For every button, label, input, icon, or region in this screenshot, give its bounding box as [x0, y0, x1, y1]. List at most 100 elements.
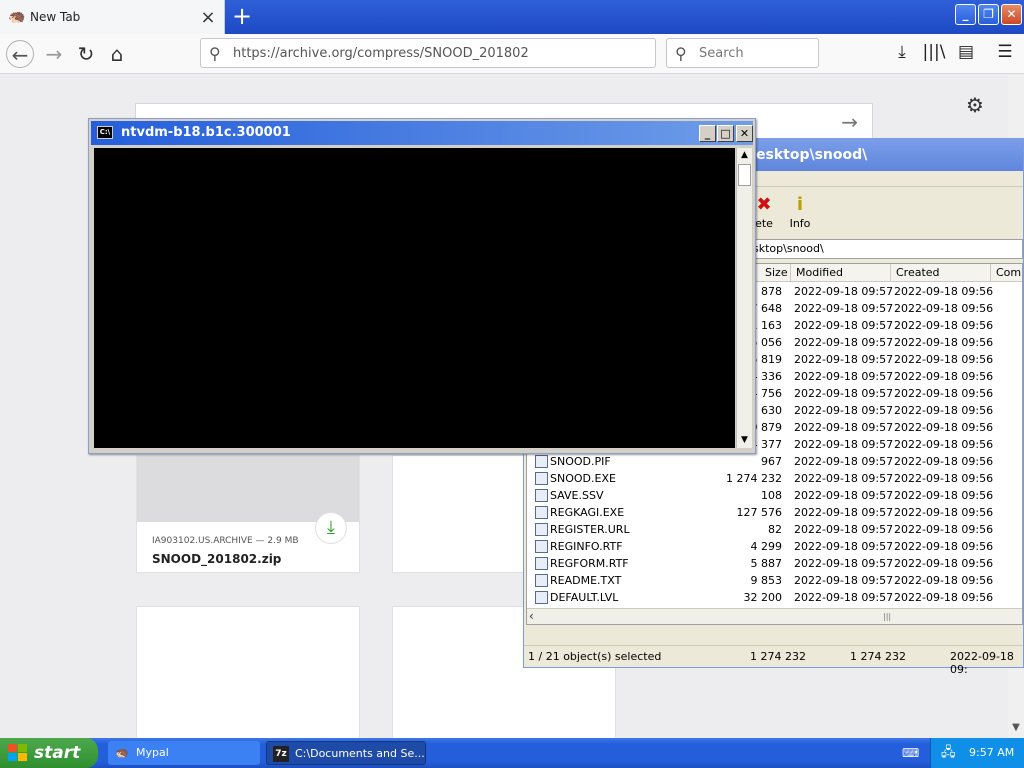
- console-title-bar[interactable]: C:\ ntvdm-b18.b1c.300001 _ □ ✕: [91, 121, 753, 145]
- column-created[interactable]: Created: [896, 266, 940, 279]
- file-icon: [535, 506, 548, 519]
- file-size: 127 576: [736, 506, 783, 519]
- file-icon: [535, 574, 548, 587]
- clock[interactable]: 9:57 AM: [969, 738, 1014, 768]
- file-row[interactable]: README.TXT 9 853 2022-09-18 09:57 2022-09-1…: [527, 572, 1022, 589]
- taskbar-item-label: C:\Documents and Se...: [295, 747, 425, 760]
- file-created: 2022-09-18 09:56: [894, 523, 994, 536]
- download-meta: IA903102.US.ARCHIVE — 2.9 MB: [152, 536, 299, 546]
- keyboard-icon[interactable]: ⌨: [902, 746, 919, 760]
- file-size: 5 887: [750, 557, 783, 570]
- file-created: 2022-09-18 09:56: [894, 421, 994, 434]
- close-window-button[interactable]: ✕: [1001, 4, 1022, 25]
- tile-card[interactable]: [136, 606, 360, 746]
- url-text[interactable]: https://archive.org/compress/SNOOD_20180…: [233, 46, 529, 61]
- download-icon[interactable]: ⤓: [890, 42, 914, 62]
- menu-icon[interactable]: ☰: [993, 42, 1017, 62]
- gear-icon[interactable]: ⚙: [966, 93, 984, 117]
- file-icon: [535, 557, 548, 570]
- file-created: 2022-09-18 09:56: [894, 472, 994, 485]
- file-row[interactable]: REGINFO.RTF 4 299 2022-09-18 09:57 2022-09-…: [527, 538, 1022, 555]
- sidebar-icon[interactable]: ▤: [954, 42, 978, 62]
- download-filename: SNOOD_201802.zip: [152, 552, 282, 566]
- file-name: SNOOD.PIF: [550, 455, 611, 468]
- file-name: SAVE.SSV: [550, 489, 604, 502]
- go-arrow-icon[interactable]: →: [841, 110, 858, 134]
- console-minimize-button[interactable]: _: [699, 125, 716, 142]
- status-size: 1 274 232: [750, 650, 806, 663]
- reload-icon[interactable]: ↻: [72, 40, 100, 68]
- file-size: 32 200: [743, 591, 783, 604]
- close-tab-icon[interactable]: ×: [200, 7, 216, 28]
- file-size: 4 299: [750, 540, 783, 553]
- info-icon: i: [796, 194, 804, 215]
- scroll-left-arrow-icon[interactable]: ‹: [529, 609, 534, 623]
- address-bar[interactable]: ⚲ https://archive.org/compress/SNOOD_201…: [200, 38, 656, 68]
- search-box[interactable]: ⚲ Search: [666, 38, 819, 68]
- file-size: 9 853: [750, 574, 783, 587]
- file-icon: [535, 523, 548, 536]
- taskbar-item-7zip[interactable]: 7z C:\Documents and Se...: [266, 741, 426, 765]
- file-modified: 2022-09-18 09:57: [794, 336, 894, 349]
- taskbar-item-label: Mypal: [136, 746, 169, 759]
- status-bar: 1 / 21 object(s) selected 1 274 232 1 27…: [524, 645, 1023, 676]
- ntvdm-console-window: C:\ ntvdm-b18.b1c.300001 _ □ ✕ ▲ ▼: [88, 118, 756, 454]
- file-row[interactable]: REGKAGI.EXE 127 576 2022-09-18 09:57 2022-0…: [527, 504, 1022, 521]
- console-maximize-button[interactable]: □: [717, 125, 734, 142]
- column-divider[interactable]: [890, 264, 891, 282]
- column-modified[interactable]: Modified: [796, 266, 843, 279]
- download-icon[interactable]: ⤓: [315, 512, 347, 544]
- library-icon[interactable]: |||\: [922, 42, 946, 62]
- scroll-grip-icon[interactable]: |||: [883, 612, 891, 621]
- taskbar: start 🦔 Mypal 7z C:\Documents and Se... …: [0, 738, 1024, 768]
- file-modified: 2022-09-18 09:57: [794, 455, 894, 468]
- minimize-button[interactable]: _: [955, 4, 976, 25]
- column-divider[interactable]: [990, 264, 991, 282]
- file-row[interactable]: SAVE.SSV 108 2022-09-18 09:57 2022-09-18 09…: [527, 487, 1022, 504]
- console-close-button[interactable]: ✕: [736, 125, 753, 142]
- start-button[interactable]: start: [0, 738, 98, 768]
- back-arrow-icon[interactable]: ←: [6, 40, 34, 68]
- scroll-down-arrow-icon[interactable]: ▼: [737, 433, 752, 448]
- taskbar-item-mypal[interactable]: 🦔 Mypal: [108, 741, 260, 765]
- scroll-down-arrow-icon[interactable]: ▼: [1008, 722, 1024, 738]
- file-row[interactable]: SNOOD.PIF 967 2022-09-18 09:57 2022-09-18 0…: [527, 453, 1022, 470]
- column-size[interactable]: Size: [765, 266, 788, 279]
- file-created: 2022-09-18 09:56: [894, 353, 994, 366]
- sevenzip-icon: 7z: [273, 746, 289, 762]
- file-modified: 2022-09-18 09:57: [794, 591, 894, 604]
- file-row[interactable]: DEFAULT.LVL 32 200 2022-09-18 09:57 2022-09…: [527, 589, 1022, 606]
- file-name: REGINFO.RTF: [550, 540, 623, 553]
- file-created: 2022-09-18 09:56: [894, 489, 994, 502]
- forward-arrow-icon[interactable]: →: [40, 40, 68, 68]
- file-row[interactable]: SNOOD.EXE 1 274 232 2022-09-18 09:57 2022-0…: [527, 470, 1022, 487]
- download-card[interactable]: ⤓ IA903102.US.ARCHIVE — 2.9 MB SNOOD_201…: [136, 455, 360, 573]
- scroll-up-arrow-icon[interactable]: ▲: [737, 148, 752, 163]
- console-scrollbar[interactable]: ▲ ▼: [736, 148, 752, 448]
- search-placeholder: Search: [699, 45, 744, 61]
- file-modified: 2022-09-18 09:57: [794, 506, 894, 519]
- column-divider[interactable]: [790, 264, 791, 282]
- file-row[interactable]: REGFORM.RTF 5 887 2022-09-18 09:57 2022-09-…: [527, 555, 1022, 572]
- scroll-thumb[interactable]: [738, 164, 751, 186]
- console-screen[interactable]: [94, 148, 735, 448]
- restore-button[interactable]: ❐: [978, 4, 999, 25]
- tab-new-tab[interactable]: 🦔 New Tab ×: [0, 0, 225, 34]
- file-created: 2022-09-18 09:56: [894, 506, 994, 519]
- file-size: 108: [761, 489, 782, 502]
- mypal-icon: 🦔: [115, 746, 129, 759]
- browser-tab-bar: 🦔 New Tab × + _ ❐ ✕: [0, 0, 1024, 34]
- horizontal-scrollbar[interactable]: ‹ |||: [527, 608, 1022, 624]
- file-modified: 2022-09-18 09:57: [794, 387, 894, 400]
- file-icon: [535, 591, 548, 604]
- new-tab-button[interactable]: +: [228, 2, 256, 30]
- snood-favicon-icon: 🦔: [8, 9, 26, 25]
- file-created: 2022-09-18 09:56: [894, 285, 994, 298]
- file-size: 1 274 232: [726, 472, 782, 485]
- network-icon[interactable]: 🖧: [941, 745, 956, 761]
- file-row[interactable]: REGISTER.URL 82 2022-09-18 09:57 2022-09-18…: [527, 521, 1022, 538]
- home-icon[interactable]: ⌂: [103, 40, 131, 68]
- file-modified: 2022-09-18 09:57: [794, 421, 894, 434]
- info-button[interactable]: i Info: [780, 193, 820, 230]
- column-comment[interactable]: Comm: [996, 266, 1022, 279]
